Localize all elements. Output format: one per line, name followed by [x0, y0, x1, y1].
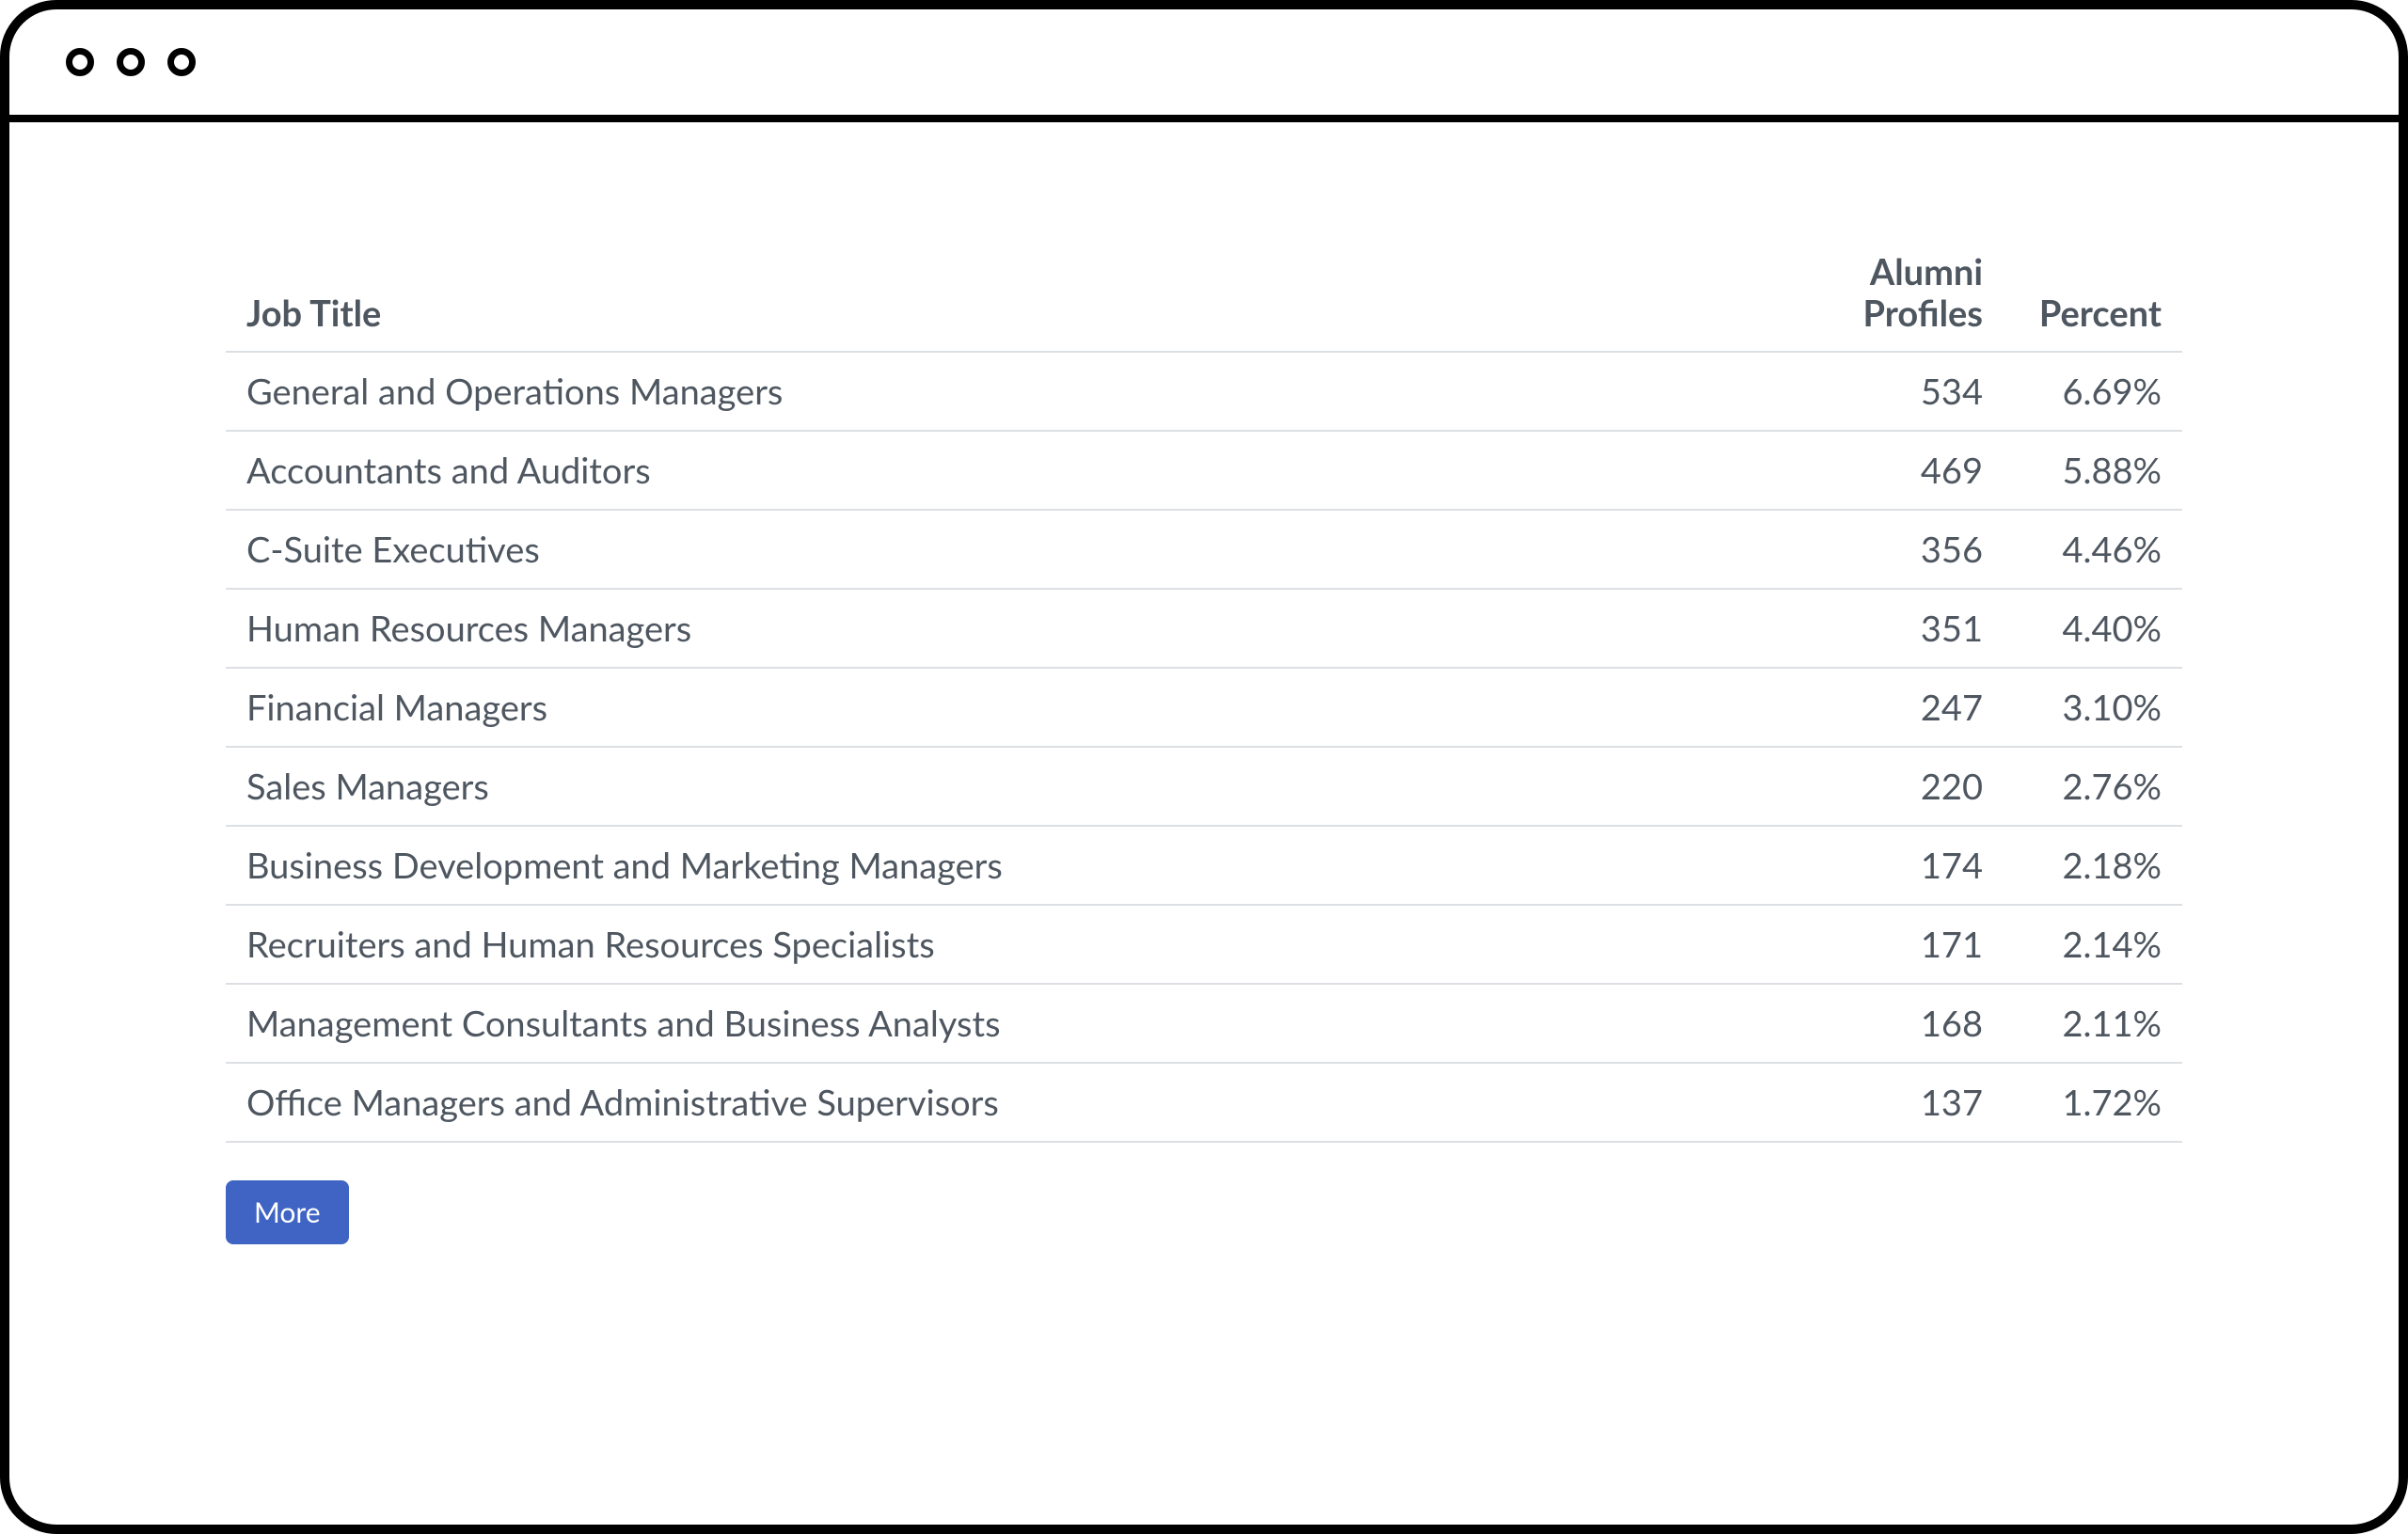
cell-job-title: Business Development and Marketing Manag…: [226, 826, 1825, 905]
cell-alumni-profiles: 137: [1825, 1063, 2004, 1142]
cell-percent: 4.40%: [2004, 589, 2182, 668]
table-row: Business Development and Marketing Manag…: [226, 826, 2182, 905]
cell-job-title: Accountants and Auditors: [226, 431, 1825, 510]
cell-alumni-profiles: 220: [1825, 747, 2004, 826]
more-button[interactable]: More: [226, 1180, 349, 1244]
alumni-job-table: Job Title Alumni Profiles Percent Genera…: [226, 235, 2182, 1143]
table-row: Sales Managers2202.76%: [226, 747, 2182, 826]
cell-percent: 6.69%: [2004, 352, 2182, 431]
cell-job-title: Sales Managers: [226, 747, 1825, 826]
table-row: Accountants and Auditors4695.88%: [226, 431, 2182, 510]
table-row: Recruiters and Human Resources Specialis…: [226, 905, 2182, 984]
cell-percent: 2.76%: [2004, 747, 2182, 826]
cell-alumni-profiles: 356: [1825, 510, 2004, 589]
table-header-row: Job Title Alumni Profiles Percent: [226, 235, 2182, 352]
page-content: Job Title Alumni Profiles Percent Genera…: [9, 122, 2399, 1244]
table-row: Financial Managers2473.10%: [226, 668, 2182, 747]
cell-alumni-profiles: 168: [1825, 984, 2004, 1063]
cell-percent: 2.11%: [2004, 984, 2182, 1063]
cell-percent: 2.18%: [2004, 826, 2182, 905]
cell-percent: 5.88%: [2004, 431, 2182, 510]
window-control-dot: [66, 48, 94, 76]
cell-job-title: General and Operations Managers: [226, 352, 1825, 431]
table-row: C-Suite Executives3564.46%: [226, 510, 2182, 589]
window-control-dot: [117, 48, 145, 76]
cell-alumni-profiles: 247: [1825, 668, 2004, 747]
cell-job-title: Recruiters and Human Resources Specialis…: [226, 905, 1825, 984]
window-control-dot: [167, 48, 196, 76]
cell-alumni-profiles: 469: [1825, 431, 2004, 510]
cell-alumni-profiles: 534: [1825, 352, 2004, 431]
cell-job-title: C-Suite Executives: [226, 510, 1825, 589]
cell-percent: 4.46%: [2004, 510, 2182, 589]
cell-percent: 3.10%: [2004, 668, 2182, 747]
window-titlebar: [9, 9, 2399, 122]
table-row: Management Consultants and Business Anal…: [226, 984, 2182, 1063]
cell-job-title: Office Managers and Administrative Super…: [226, 1063, 1825, 1142]
cell-alumni-profiles: 174: [1825, 826, 2004, 905]
table-row: Office Managers and Administrative Super…: [226, 1063, 2182, 1142]
header-percent: Percent: [2004, 235, 2182, 352]
cell-job-title: Management Consultants and Business Anal…: [226, 984, 1825, 1063]
table-row: General and Operations Managers5346.69%: [226, 352, 2182, 431]
table-row: Human Resources Managers3514.40%: [226, 589, 2182, 668]
cell-alumni-profiles: 351: [1825, 589, 2004, 668]
cell-alumni-profiles: 171: [1825, 905, 2004, 984]
cell-job-title: Financial Managers: [226, 668, 1825, 747]
header-alumni-profiles: Alumni Profiles: [1825, 235, 2004, 352]
cell-percent: 1.72%: [2004, 1063, 2182, 1142]
cell-job-title: Human Resources Managers: [226, 589, 1825, 668]
browser-frame: Job Title Alumni Profiles Percent Genera…: [0, 0, 2408, 1534]
cell-percent: 2.14%: [2004, 905, 2182, 984]
header-job-title: Job Title: [226, 235, 1825, 352]
